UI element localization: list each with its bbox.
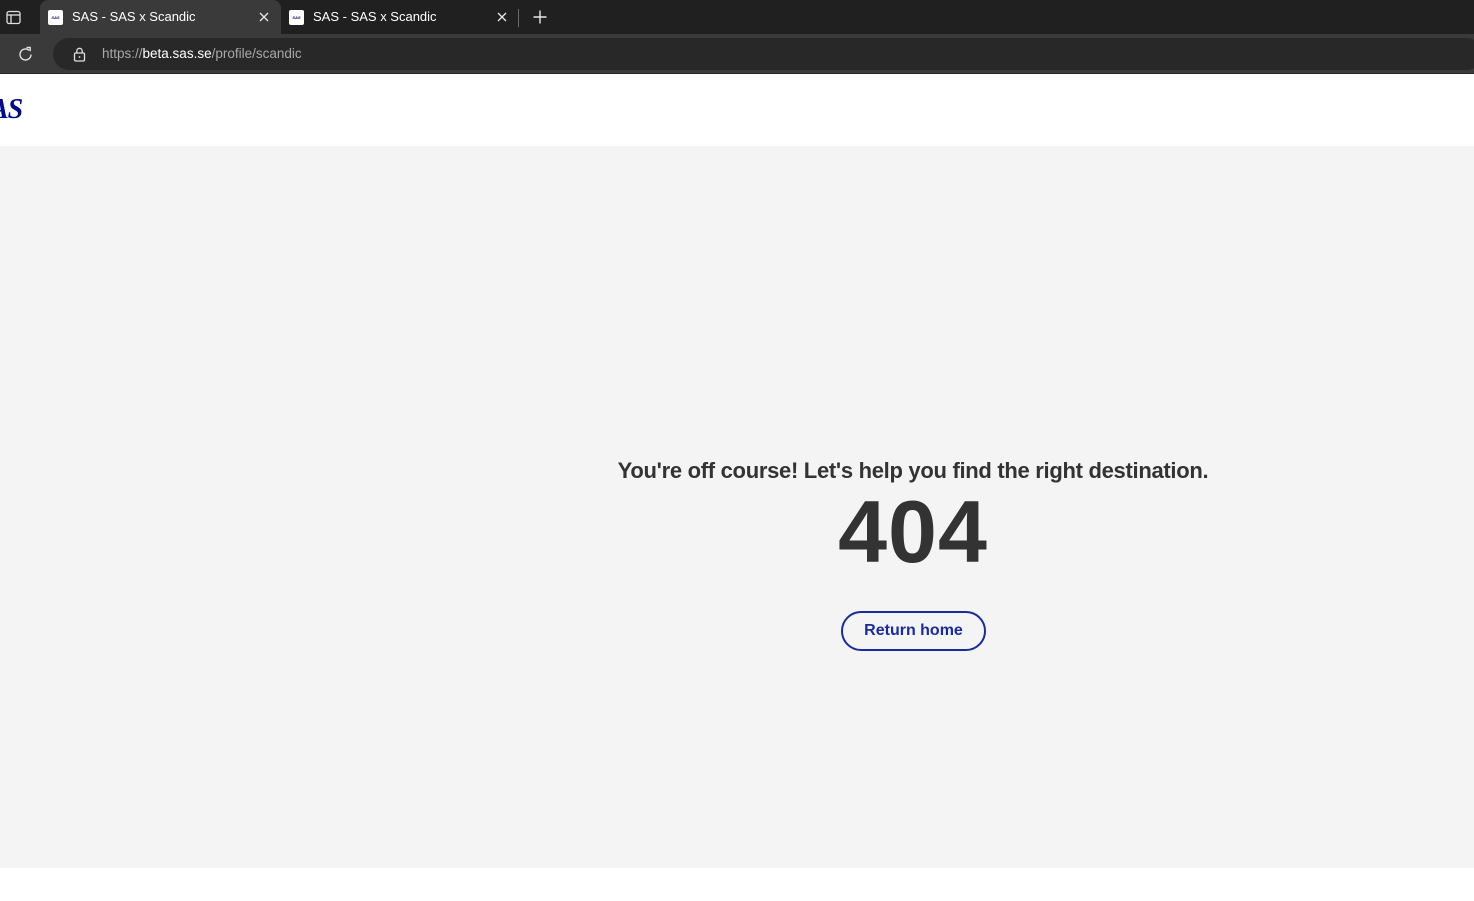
reload-icon[interactable] <box>15 44 35 64</box>
url-text[interactable]: https://beta.sas.se/profile/scandic <box>102 46 302 61</box>
return-home-button[interactable]: Return home <box>841 611 986 651</box>
url-path: /profile/scandic <box>211 46 302 61</box>
error-headline: You're off course! Let's help you find t… <box>617 458 1209 483</box>
browser-tab-strip: SAS SAS - SAS x Scandic SAS SAS - SAS x … <box>0 0 1474 34</box>
close-icon[interactable] <box>495 10 509 24</box>
lock-icon[interactable] <box>71 46 87 62</box>
plus-icon[interactable] <box>530 7 550 27</box>
close-icon[interactable] <box>257 10 271 24</box>
sas-favicon-icon: SAS <box>289 10 304 25</box>
url-scheme: https:// <box>102 46 143 61</box>
tab-actions-icon[interactable] <box>4 8 22 26</box>
site-header: AS <box>0 74 1474 146</box>
browser-tab[interactable]: SAS SAS - SAS x Scandic <box>281 0 519 34</box>
page-footer <box>0 868 1474 901</box>
address-bar[interactable]: https://beta.sas.se/profile/scandic <box>53 38 1474 70</box>
error-section: You're off course! Let's help you find t… <box>0 146 1474 868</box>
tab-title: SAS - SAS x Scandic <box>72 9 196 24</box>
tab-divider <box>518 9 519 27</box>
browser-toolbar: https://beta.sas.se/profile/scandic <box>0 34 1474 74</box>
error-code: 404 <box>838 482 988 581</box>
tab-title: SAS - SAS x Scandic <box>313 9 437 24</box>
browser-tab-active[interactable]: SAS SAS - SAS x Scandic <box>40 0 281 34</box>
web-page: AS You're off course! Let's help you fin… <box>0 74 1474 901</box>
url-host: beta.sas.se <box>142 46 212 61</box>
sas-logo[interactable]: AS <box>0 94 23 126</box>
sas-favicon-icon: SAS <box>48 10 63 25</box>
